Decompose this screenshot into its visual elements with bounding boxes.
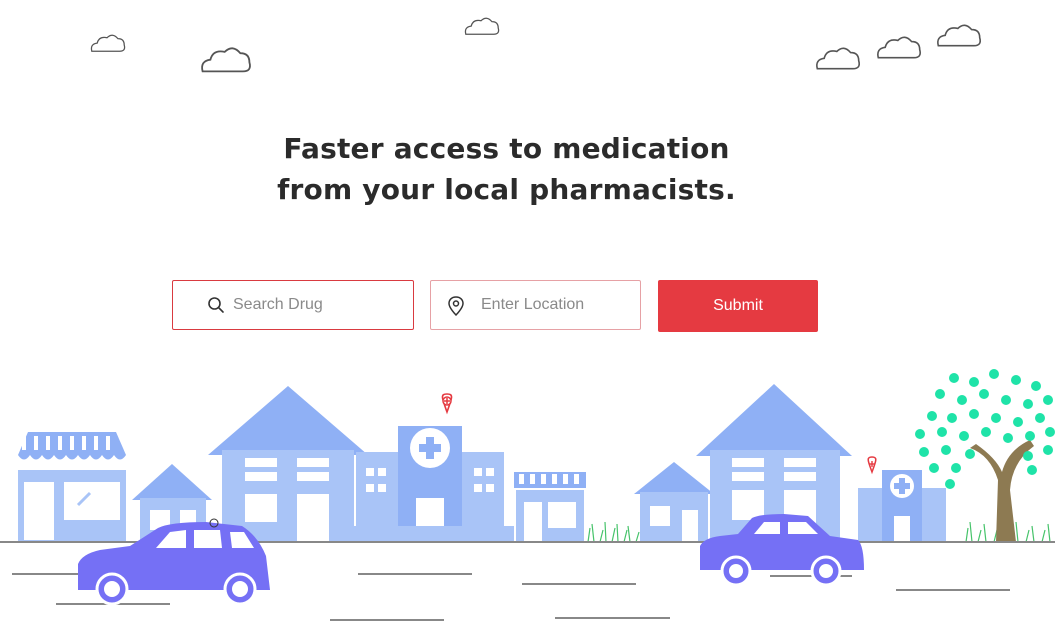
map-pin-icon (441, 393, 453, 415)
right-small-house (634, 462, 714, 542)
cloud-icon (464, 17, 500, 35)
hospital-building (346, 426, 514, 542)
cloud-icon (877, 36, 922, 59)
location-pin-icon (448, 296, 464, 316)
pharmacy-shop (514, 472, 586, 542)
search-icon (208, 297, 224, 313)
drug-search-input[interactable] (231, 281, 405, 329)
cloud-icon (90, 34, 126, 52)
location-field[interactable] (430, 280, 641, 330)
drug-search-field[interactable] (172, 280, 414, 330)
map-pin-icon (867, 456, 877, 475)
search-form: Submit (0, 280, 1055, 332)
hero-heading-line-2: from your local pharmacists. (277, 173, 736, 206)
submit-button[interactable]: Submit (658, 280, 818, 332)
location-input[interactable] (479, 281, 633, 329)
cloud-icon (201, 47, 251, 73)
cloud-decorations (90, 17, 982, 73)
town-illustration (0, 369, 1055, 621)
shop-building (18, 432, 126, 542)
hero-heading-line-1: Faster access to medication (283, 132, 730, 165)
cloud-icon (816, 47, 861, 70)
large-house (208, 386, 368, 542)
small-hospital-building (858, 470, 946, 542)
cloud-icon (937, 24, 982, 47)
hero-heading: Faster access to medication from your lo… (0, 128, 1013, 210)
